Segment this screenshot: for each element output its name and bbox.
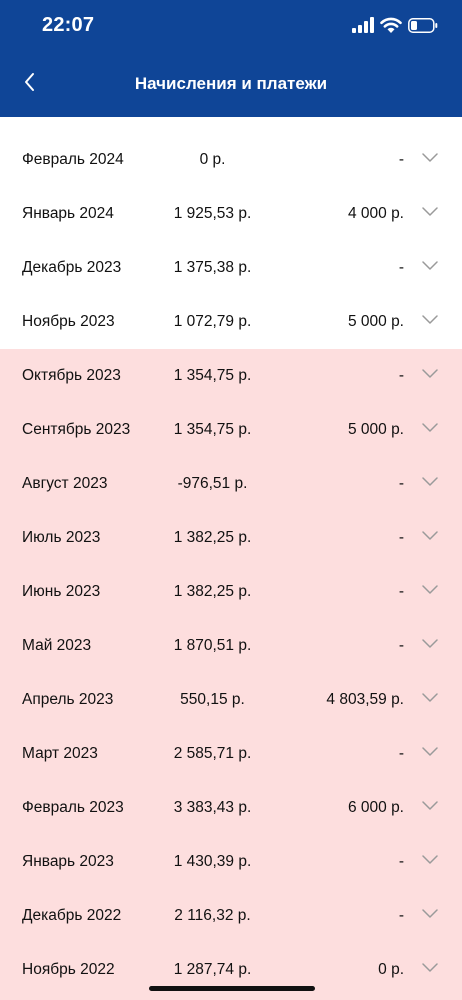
list-item[interactable]: Июнь 2023 1 382,25 р. - [0,565,462,619]
chevron-down-icon[interactable] [422,315,438,325]
chevron-down-icon[interactable] [422,261,438,271]
list-item[interactable]: Февраль 2023 3 383,43 р. 6 000 р. [0,781,462,835]
chevron-down-icon[interactable] [422,585,438,595]
payment-amount: 4 000 р. [347,205,404,222]
list-item[interactable]: Март 2023 2 585,71 р. - [0,727,462,781]
month-label: Январь 2023 [22,853,114,870]
payment-amount: 5 000 р. [347,421,404,438]
payment-amount: - [398,529,404,546]
chevron-down-icon[interactable] [422,963,438,973]
app-header: 22:07 Начисления и платежи [0,0,462,117]
payment-amount: - [398,475,404,492]
chevron-down-icon[interactable] [422,531,438,541]
charge-amount: 3 383,43 р. [173,799,252,816]
charge-amount: 1 382,25 р. [173,529,252,546]
charge-amount: 550,15 р. [180,691,245,708]
chevron-down-icon[interactable] [422,801,438,811]
payment-amount: - [398,259,404,276]
charge-amount: 1 072,79 р. [173,313,252,330]
list-item[interactable]: Апрель 2023 550,15 р. 4 803,59 р. [0,673,462,727]
list-item[interactable]: Ноябрь 2023 1 072,79 р. 5 000 р. [0,295,462,349]
battery-icon [408,18,438,33]
list-item[interactable]: Октябрь 2023 1 354,75 р. - [0,349,462,403]
charges-list: Февраль 2024 0 р. - Январь 2024 1 925,53 р. 4… [0,133,462,997]
payment-amount: 4 803,59 р. [326,691,404,708]
chevron-down-icon[interactable] [422,207,438,217]
list-item[interactable]: Июль 2023 1 382,25 р. - [0,511,462,565]
charge-amount: 1 925,53 р. [173,205,252,222]
chevron-down-icon[interactable] [422,477,438,487]
payment-amount: - [398,745,404,762]
payment-amount: 0 р. [378,961,404,978]
wifi-icon [380,17,402,33]
list-item[interactable]: Май 2023 1 870,51 р. - [0,619,462,673]
chevron-down-icon[interactable] [422,747,438,757]
charge-amount: 2 116,32 р. [174,907,251,924]
list-item[interactable]: Январь 2023 1 430,39 р. - [0,835,462,889]
charge-amount: 1 354,75 р. [173,367,252,384]
charge-amount: 1 870,51 р. [173,637,252,654]
payment-amount: - [398,151,404,168]
signal-icon [352,17,374,33]
charge-amount: 1 375,38 р. [173,259,252,276]
month-label: Июль 2023 [22,529,101,546]
month-label: Октябрь 2023 [22,367,121,384]
home-indicator [149,986,315,991]
month-label: Декабрь 2022 [22,907,122,924]
month-label: Февраль 2023 [22,799,124,816]
list-item[interactable]: Февраль 2024 0 р. - [0,133,462,187]
payment-amount: 6 000 р. [347,799,404,816]
page-title: Начисления и платежи [134,74,328,93]
chevron-down-icon[interactable] [422,855,438,865]
list-item[interactable]: Август 2023 -976,51 р. - [0,457,462,511]
list-item[interactable]: Декабрь 2023 1 375,38 р. - [0,241,462,295]
payment-amount: - [398,853,404,870]
month-label: Декабрь 2023 [22,259,122,276]
payment-amount: 5 000 р. [347,313,404,330]
chevron-down-icon[interactable] [422,909,438,919]
chevron-down-icon[interactable] [422,693,438,703]
charge-amount: -976,51 р. [177,475,248,492]
chevron-down-icon[interactable] [422,369,438,379]
month-label: Сентябрь 2023 [22,421,131,438]
charge-amount: 1 430,39 р. [173,853,252,870]
chevron-down-icon[interactable] [422,639,438,649]
month-label: Август 2023 [22,475,108,492]
month-label: Май 2023 [22,637,92,654]
chevron-down-icon[interactable] [422,153,438,163]
payment-amount: - [398,907,404,924]
list-item[interactable]: Январь 2024 1 925,53 р. 4 000 р. [0,187,462,241]
month-label: Март 2023 [22,745,98,762]
payment-amount: - [398,367,404,384]
charge-amount: 1 287,74 р. [173,961,252,978]
month-label: Ноябрь 2022 [22,961,115,978]
payment-amount: - [398,583,404,600]
month-label: Апрель 2023 [22,691,114,708]
list-item[interactable]: Сентябрь 2023 1 354,75 р. 5 000 р. [0,403,462,457]
list-item[interactable]: Декабрь 2022 2 116,32 р. - [0,889,462,943]
month-label: Февраль 2024 [22,151,124,168]
month-label: Июнь 2023 [22,583,101,600]
month-label: Ноябрь 2023 [22,313,115,330]
status-time: 22:07 [42,14,95,36]
month-label: Январь 2024 [22,205,114,222]
charge-amount: 1 382,25 р. [173,583,252,600]
charge-amount: 1 354,75 р. [173,421,252,438]
charge-amount: 0 р. [199,151,226,168]
chevron-down-icon[interactable] [422,423,438,433]
charge-amount: 2 585,71 р. [173,745,252,762]
payment-amount: - [398,637,404,654]
